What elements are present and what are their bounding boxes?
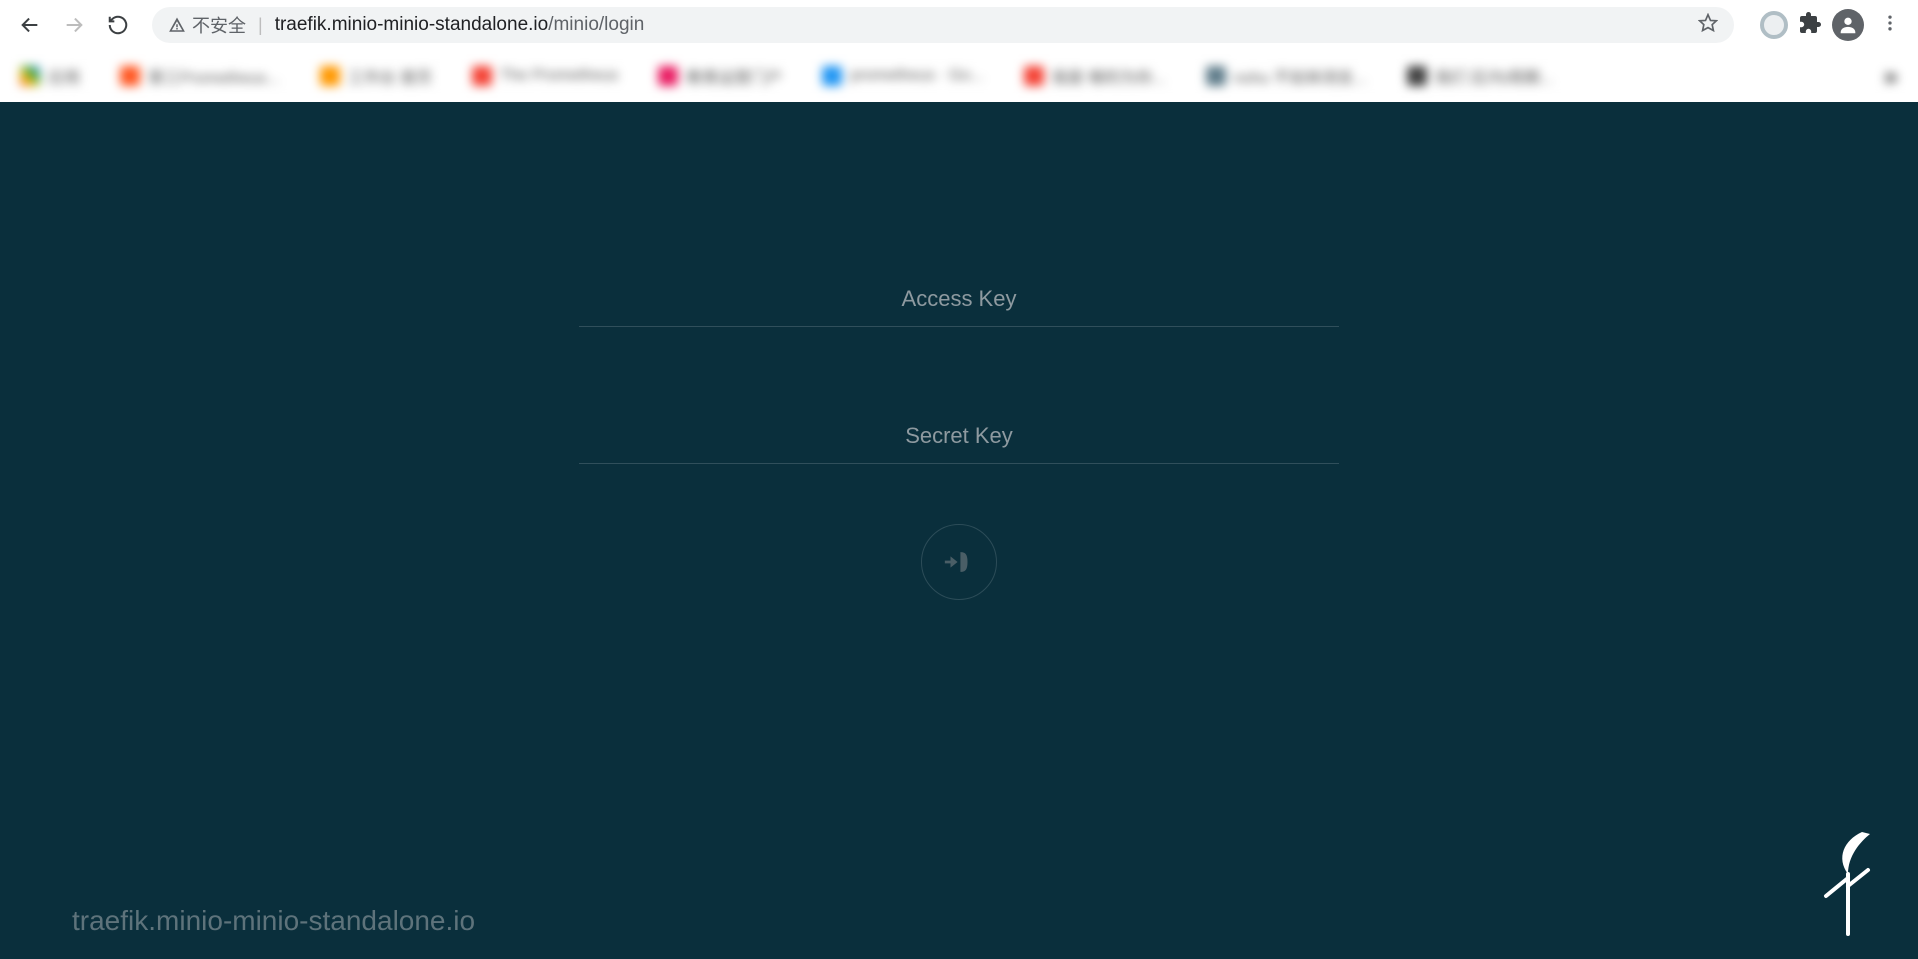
extensions-button[interactable]	[1798, 11, 1822, 40]
bird-icon	[1818, 826, 1878, 936]
bookmark-item[interactable]: 工作台 首页	[320, 64, 432, 88]
browser-toolbar: 不安全 | traefik.minio-minio-standalone.io/…	[0, 0, 1918, 50]
bookmark-star-button[interactable]	[1698, 13, 1718, 38]
bookmark-item[interactable]: nohu 不如体测支...	[1206, 64, 1367, 88]
access-key-input[interactable]	[579, 280, 1339, 327]
security-label-text: 不安全	[192, 12, 246, 38]
security-indicator[interactable]: 不安全	[168, 12, 246, 38]
minio-logo	[1818, 826, 1878, 941]
bookmark-overflow-button[interactable]: »	[1884, 61, 1898, 92]
login-button[interactable]	[921, 524, 997, 600]
bookmark-item[interactable]: 第三Prometheus...	[120, 64, 280, 88]
login-page: traefik.minio-minio-standalone.io	[0, 102, 1918, 959]
menu-button[interactable]	[1874, 13, 1906, 38]
extension-ring-icon[interactable]	[1760, 11, 1788, 39]
bookmark-item[interactable]: 我是 哪的为你...	[1024, 64, 1166, 88]
login-form	[579, 280, 1339, 600]
bookmark-item[interactable]: The Prometheus	[472, 66, 618, 86]
warning-icon	[168, 16, 186, 34]
secret-key-field-wrapper	[579, 417, 1339, 464]
footer-hostname: traefik.minio-minio-standalone.io	[72, 905, 475, 937]
address-bar[interactable]: 不安全 | traefik.minio-minio-standalone.io/…	[152, 7, 1734, 43]
bookmarks-bar: 应用 第三Prometheus... 工作台 首页 The Prometheus…	[0, 50, 1918, 102]
reload-icon	[107, 14, 129, 36]
dots-vertical-icon	[1880, 13, 1900, 33]
url-text: traefik.minio-minio-standalone.io/minio/…	[275, 14, 1688, 36]
url-path: /minio/login	[548, 14, 644, 35]
bookmark-item[interactable]: 教育运营门户	[658, 64, 782, 88]
star-icon	[1698, 13, 1718, 33]
bookmark-item[interactable]: prometheus · Go...	[822, 66, 983, 86]
access-key-field-wrapper	[579, 280, 1339, 327]
person-icon	[1837, 14, 1859, 36]
url-host: traefik.minio-minio-standalone.io	[275, 14, 549, 35]
puzzle-icon	[1798, 11, 1822, 35]
reload-button[interactable]	[100, 7, 136, 43]
arrow-left-icon	[19, 14, 41, 36]
enter-icon	[942, 545, 976, 579]
bookmark-item[interactable]: 应用	[20, 64, 80, 88]
back-button[interactable]	[12, 7, 48, 43]
bookmark-item[interactable]: 我们 区内I周期...	[1407, 64, 1553, 88]
profile-button[interactable]	[1832, 9, 1864, 41]
toolbar-actions	[1750, 9, 1906, 41]
secret-key-input[interactable]	[579, 417, 1339, 464]
divider: |	[258, 15, 263, 36]
arrow-right-icon	[63, 14, 85, 36]
forward-button[interactable]	[56, 7, 92, 43]
